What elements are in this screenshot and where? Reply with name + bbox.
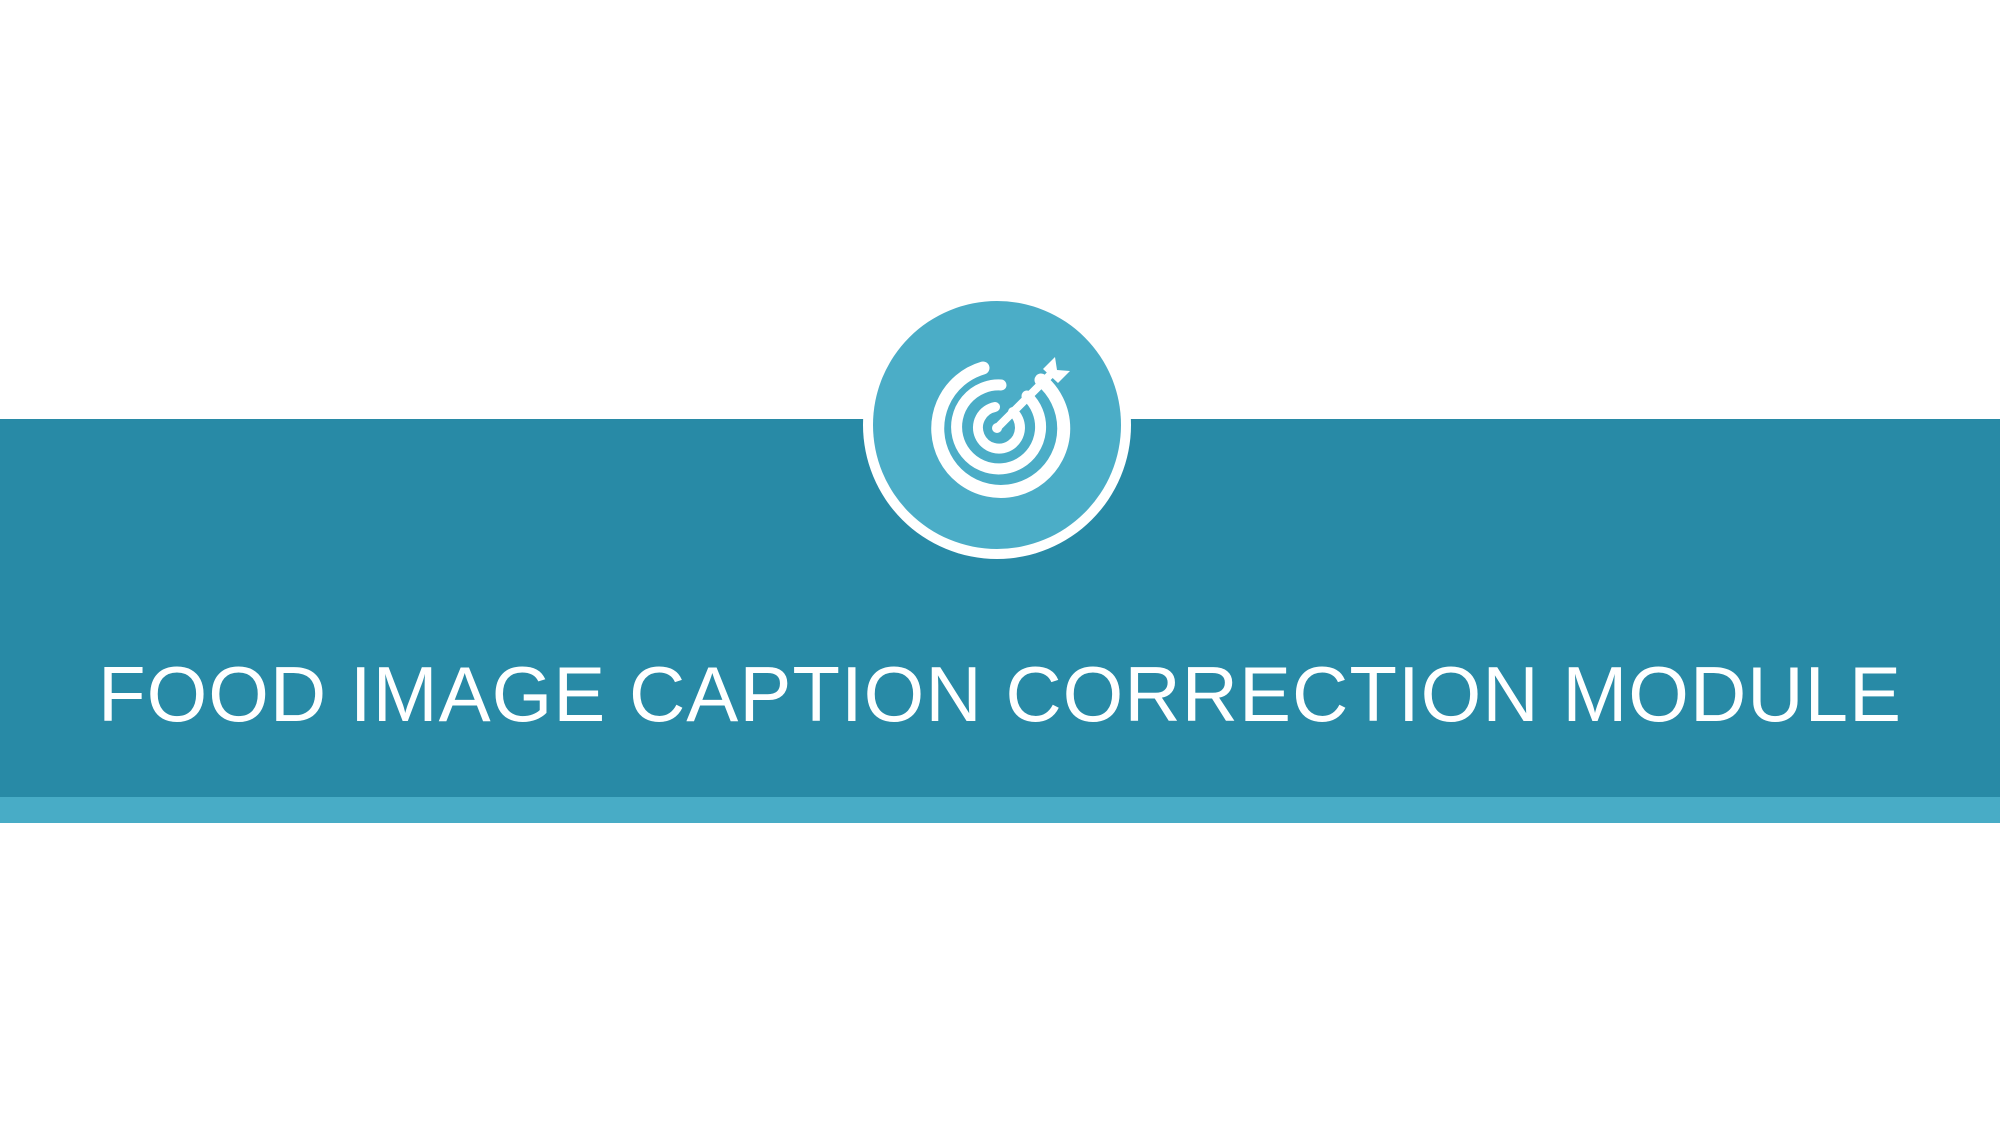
icon-badge: [873, 301, 1121, 549]
slide-title: FOOD IMAGE CAPTION CORRECTION MODULE: [97, 650, 1903, 738]
target-with-arrow-icon: [931, 357, 1071, 498]
accent-stripe: [0, 797, 2000, 823]
